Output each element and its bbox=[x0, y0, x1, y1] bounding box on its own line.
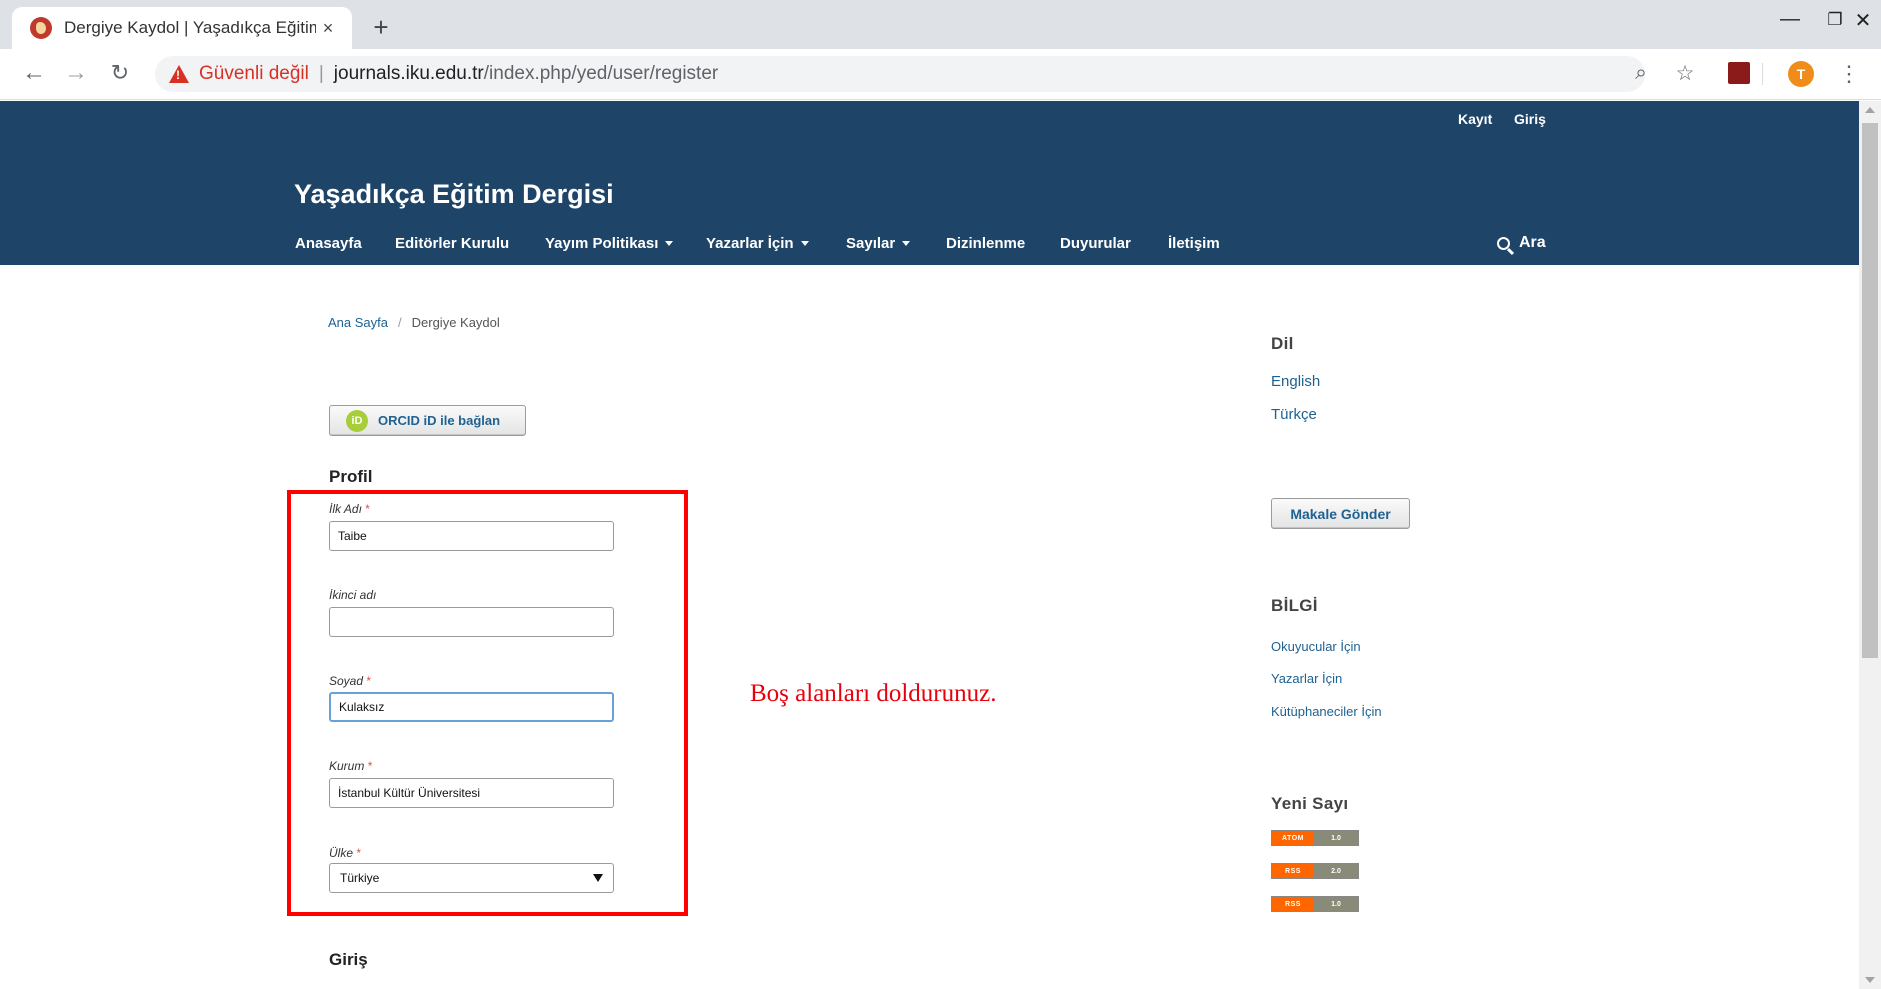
search-label: Ara bbox=[1519, 234, 1546, 251]
language-link-turkish[interactable]: Türkçe bbox=[1271, 406, 1317, 423]
orcid-connect-button[interactable]: iD ORCID iD ile bağlan bbox=[329, 405, 526, 436]
nav-item-home[interactable]: Anasayfa bbox=[295, 235, 362, 252]
pdf-extension-icon[interactable] bbox=[1728, 62, 1750, 84]
profile-avatar[interactable]: T bbox=[1788, 61, 1814, 87]
bookmark-star-icon[interactable]: ☆ bbox=[1670, 61, 1700, 86]
menu-kebab-icon[interactable]: ⋮ bbox=[1834, 61, 1864, 87]
tab-close-icon[interactable]: × bbox=[316, 18, 340, 39]
toolbar-divider bbox=[1762, 63, 1763, 85]
nav-item-contact[interactable]: İletişim bbox=[1168, 235, 1220, 252]
nav-item-announcements[interactable]: Duyurular bbox=[1060, 235, 1131, 252]
url-path: /index.php/yed/user/register bbox=[483, 63, 719, 84]
nav-item-for-authors[interactable]: Yazarlar İçin bbox=[706, 235, 809, 252]
back-arrow-icon[interactable]: ← bbox=[18, 59, 50, 87]
site-title[interactable]: Yaşadıkça Eğitim Dergisi bbox=[294, 179, 614, 210]
window-close-icon[interactable]: ✕ bbox=[1845, 8, 1881, 33]
browser-tab-strip: Dergiye Kaydol | Yaşadıkça Eğitim × + — … bbox=[0, 0, 1881, 49]
register-link[interactable]: Kayıt bbox=[1458, 111, 1492, 127]
info-link-authors[interactable]: Yazarlar İçin bbox=[1271, 671, 1342, 686]
nav-item-indexing[interactable]: Dizinlenme bbox=[946, 235, 1025, 252]
site-header: Kayıt Giriş Yaşadıkça Eğitim Dergisi Ana… bbox=[0, 101, 1859, 265]
info-link-librarians[interactable]: Kütüphaneciler İçin bbox=[1271, 704, 1382, 719]
forward-arrow-icon[interactable]: → bbox=[60, 59, 92, 87]
login-link[interactable]: Giriş bbox=[1514, 111, 1546, 127]
orcid-button-label: ORCID iD ile bağlan bbox=[378, 413, 501, 428]
scroll-up-arrow-icon[interactable] bbox=[1865, 107, 1875, 113]
nav-item-editorial-board[interactable]: Editörler Kurulu bbox=[395, 235, 509, 252]
search-icon bbox=[1497, 236, 1510, 250]
scroll-thumb[interactable] bbox=[1862, 123, 1878, 658]
new-issue-heading: Yeni Sayı bbox=[1271, 794, 1349, 813]
rss2-feed-badge[interactable]: RSS 2.0 bbox=[1271, 863, 1359, 879]
rss1-feed-badge[interactable]: RSS 1.0 bbox=[1271, 896, 1359, 912]
submit-article-button[interactable]: Makale Gönder bbox=[1271, 498, 1410, 529]
browser-toolbar: ← → ↻ Güvenli değil | journals.iku.edu.t… bbox=[0, 49, 1881, 100]
dropdown-caret-icon bbox=[665, 241, 674, 246]
profile-section-title: Profil bbox=[329, 467, 373, 486]
breadcrumb-separator: / bbox=[398, 315, 402, 330]
highlight-box bbox=[287, 490, 688, 916]
minimize-icon[interactable]: — bbox=[1765, 8, 1815, 31]
search-link[interactable]: Ara bbox=[1497, 234, 1546, 252]
omnibox-divider: | bbox=[318, 63, 324, 84]
tab-title: Dergiye Kaydol | Yaşadıkça Eğitim bbox=[64, 18, 316, 37]
annotation-text: Boş alanları doldurunuz. bbox=[750, 680, 997, 707]
dropdown-caret-icon bbox=[902, 241, 911, 246]
language-heading: Dil bbox=[1271, 334, 1294, 353]
nav-item-issues[interactable]: Sayılar bbox=[846, 235, 911, 252]
warning-icon bbox=[169, 65, 189, 83]
site-favicon-icon bbox=[30, 17, 52, 39]
reload-icon[interactable]: ↻ bbox=[104, 60, 136, 86]
language-link-english[interactable]: English bbox=[1271, 373, 1320, 390]
info-heading: BİLGİ bbox=[1271, 596, 1318, 615]
browser-tab[interactable]: Dergiye Kaydol | Yaşadıkça Eğitim × bbox=[12, 7, 352, 49]
scroll-down-arrow-icon[interactable] bbox=[1865, 977, 1875, 983]
nav-item-publication-policy[interactable]: Yayım Politikası bbox=[545, 235, 674, 252]
breadcrumb: Ana Sayfa / Dergiye Kaydol bbox=[328, 315, 500, 330]
orcid-icon: iD bbox=[346, 409, 368, 432]
atom-feed-badge[interactable]: ATOM 1.0 bbox=[1271, 830, 1359, 846]
zoom-icon[interactable]: ⌕ bbox=[1626, 61, 1656, 85]
breadcrumb-home-link[interactable]: Ana Sayfa bbox=[328, 315, 388, 330]
breadcrumb-current: Dergiye Kaydol bbox=[411, 315, 500, 330]
security-status[interactable]: Güvenli değil bbox=[199, 63, 309, 85]
address-bar[interactable]: Güvenli değil | journals.iku.edu.tr/inde… bbox=[155, 56, 1645, 92]
info-link-readers[interactable]: Okuyucular İçin bbox=[1271, 639, 1361, 654]
new-tab-button[interactable]: + bbox=[366, 12, 396, 43]
page-scrollbar[interactable] bbox=[1859, 101, 1881, 989]
url-host: journals.iku.edu.tr bbox=[333, 63, 484, 84]
login-section-title: Giriş bbox=[329, 950, 368, 969]
dropdown-caret-icon bbox=[800, 241, 809, 246]
